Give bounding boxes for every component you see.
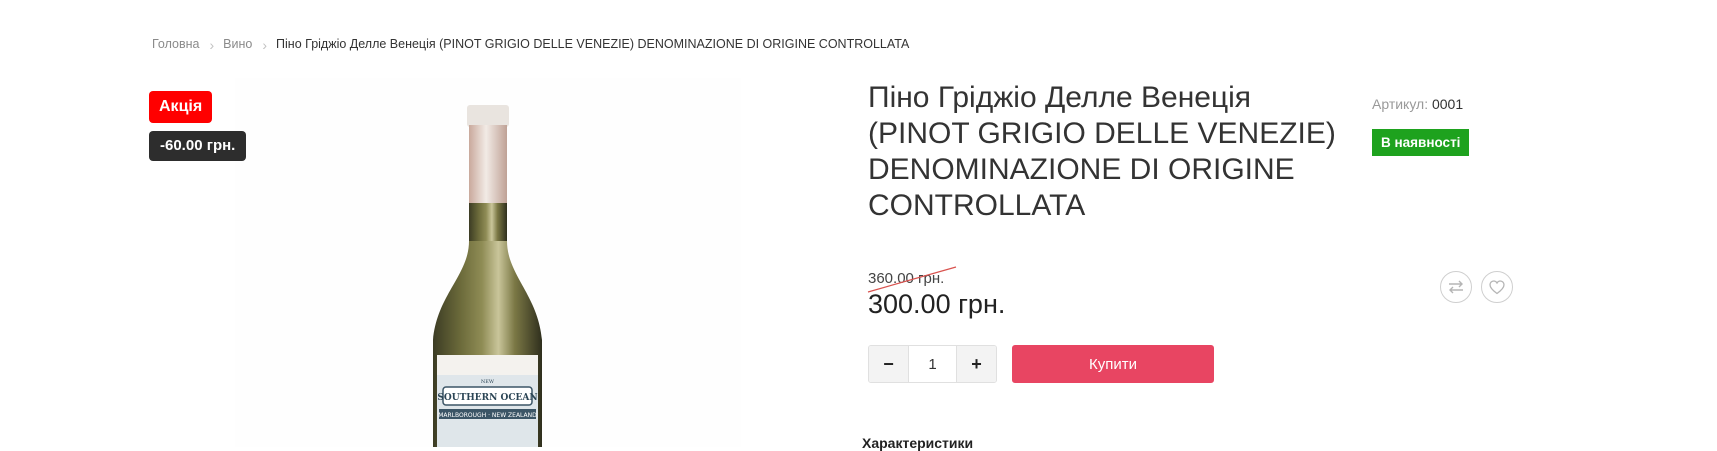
characteristics-heading: Характеристики <box>862 435 974 451</box>
quantity-input[interactable] <box>908 346 957 382</box>
article-info: Артикул: 0001 <box>1372 96 1463 112</box>
article-label: Артикул: <box>1372 96 1429 112</box>
svg-text:MARLBOROUGH · NEW ZEALAND: MARLBOROUGH · NEW ZEALAND <box>438 412 537 419</box>
product-image[interactable]: SOUTHERN OCEAN NEW MARLBOROUGH · NEW ZEA… <box>425 105 550 447</box>
compare-arrows-icon <box>1449 280 1463 294</box>
chevron-right-icon: › <box>209 37 215 53</box>
quantity-decrease-button[interactable]: − <box>869 346 908 382</box>
discount-badge: -60.00 грн. <box>149 131 247 161</box>
article-value: 0001 <box>1431 96 1464 112</box>
compare-button[interactable] <box>1440 271 1472 303</box>
buy-button[interactable]: Купити <box>1012 345 1214 383</box>
breadcrumb-current: Піно Гріджіо Делле Венеція (PINOT GRIGIO… <box>276 37 910 51</box>
quantity-increase-button[interactable]: + <box>957 346 996 382</box>
chevron-right-icon: › <box>262 37 268 53</box>
breadcrumb-category-link[interactable]: Вино <box>223 37 252 51</box>
stock-status-badge: В наявності <box>1372 129 1470 156</box>
breadcrumb: Головна › Вино › Піно Гріджіо Делле Вене… <box>152 36 910 53</box>
sale-badge: Акція <box>149 91 213 123</box>
heart-icon <box>1489 279 1505 294</box>
breadcrumb-home-link[interactable]: Головна <box>152 37 200 51</box>
wishlist-button[interactable] <box>1481 271 1513 303</box>
svg-text:SOUTHERN OCEAN: SOUTHERN OCEAN <box>437 393 537 403</box>
svg-text:NEW: NEW <box>481 379 495 385</box>
current-price: 300.00 грн. <box>868 289 1006 319</box>
product-title: Піно Гріджіо Делле Венеція (PINOT GRIGIO… <box>868 81 1336 222</box>
quantity-stepper: − + <box>868 345 997 383</box>
